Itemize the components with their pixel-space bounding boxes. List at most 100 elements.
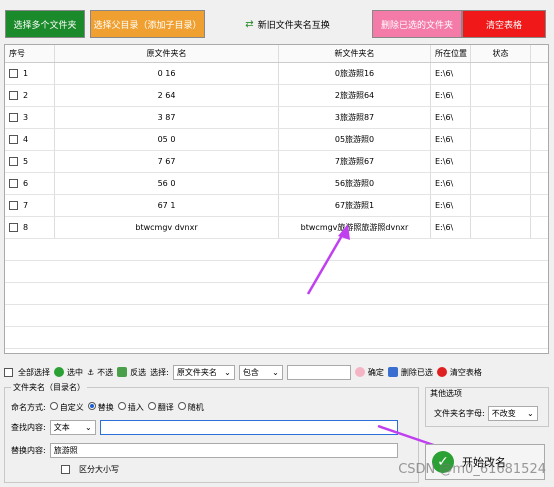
folder-table: 序号 原文件夹名 新文件夹名 所在位置 状态 1 0 16 0旅游照16 E:\… — [4, 44, 549, 354]
row-orig: 05 0 — [55, 129, 279, 150]
watermark: CSDN @m0_61681524 — [398, 462, 546, 477]
row-location: E:\6\ — [431, 151, 471, 172]
row-checkbox[interactable] — [9, 157, 18, 166]
row-location: E:\6\ — [431, 195, 471, 216]
row-num: 4 — [23, 135, 29, 144]
replace-input[interactable]: 旅游照 — [49, 443, 398, 458]
row-checkbox[interactable] — [9, 223, 18, 232]
replace-label: 替换内容: — [11, 446, 46, 455]
letter-case-row: 文件夹名字母: 不改变 ⌄ — [434, 406, 538, 421]
row-checkbox[interactable] — [9, 69, 18, 78]
row-status — [471, 195, 531, 216]
clear-table-small-button[interactable]: 清空表格 — [436, 367, 482, 378]
confirm-label: 确定 — [367, 367, 384, 377]
row-status — [471, 173, 531, 194]
select-multiple-folders-button[interactable]: 选择多个文件夹 — [5, 10, 85, 38]
case-sensitive-checkbox[interactable]: 区分大小写 — [61, 464, 119, 475]
select-label: 选中 — [67, 367, 83, 377]
row-orig: 56 0 — [55, 173, 279, 194]
row-num: 6 — [23, 179, 29, 188]
match-dropdown[interactable]: 包含 ⌄ — [238, 364, 283, 380]
table-row[interactable]: 1 0 16 0旅游照16 E:\6\ — [5, 63, 548, 85]
row-checkbox[interactable] — [9, 201, 18, 210]
row-num: 2 — [23, 91, 29, 100]
header-orig[interactable]: 原文件夹名 — [55, 45, 279, 62]
select-all-label: 全部选择 — [18, 367, 50, 377]
row-status — [471, 107, 531, 128]
naming-option-random[interactable]: 随机 — [177, 402, 204, 413]
row-location: E:\6\ — [431, 85, 471, 106]
other-options-title: 其他选项 — [430, 389, 462, 398]
naming-option-replace[interactable]: 替换 — [87, 402, 114, 413]
row-orig: 67 1 — [55, 195, 279, 216]
delete-selected-button[interactable]: 删除已选 — [387, 367, 433, 378]
header-location[interactable]: 所在位置 — [431, 45, 471, 62]
delete-icon — [387, 367, 398, 377]
match-input[interactable] — [286, 364, 351, 380]
invert-button[interactable]: 反选 — [117, 367, 146, 378]
row-location: E:\6\ — [431, 129, 471, 150]
naming-option-insert[interactable]: 插入 — [117, 402, 144, 413]
invert-icon — [117, 367, 128, 377]
naming-option-custom[interactable]: 自定义 — [49, 402, 84, 413]
table-row[interactable]: 4 05 0 05旅游照0 E:\6\ — [5, 129, 548, 151]
chevron-down-icon: ⌄ — [272, 367, 279, 377]
row-new: 56旅游照0 — [279, 173, 431, 194]
header-status[interactable]: 状态 — [471, 45, 531, 62]
row-new: 0旅游照16 — [279, 63, 431, 84]
empty-row — [5, 327, 548, 349]
delete-selected-folders-button[interactable]: 删除已选的文件夹 — [372, 10, 462, 38]
find-type-dropdown[interactable]: 文本 ⌄ — [49, 420, 96, 435]
row-orig: 3 87 — [55, 107, 279, 128]
table-row[interactable]: 3 3 87 3旅游照87 E:\6\ — [5, 107, 548, 129]
row-num: 8 — [23, 223, 29, 232]
letter-case-dropdown[interactable]: 不改变 ⌄ — [487, 406, 538, 421]
other-options-panel: 其他选项 文件夹名字母: 不改变 ⌄ — [425, 387, 549, 427]
row-location: E:\6\ — [431, 107, 471, 128]
header-num[interactable]: 序号 — [5, 45, 55, 62]
empty-row — [5, 305, 548, 327]
unselect-button[interactable]: ⚓ 不选 — [87, 367, 113, 378]
selection-bar: 全部选择 选中 ⚓ 不选 反选 选择: 原文件夹名 ⌄ 包含 ⌄ 确定 删除已选 清空… — [4, 362, 549, 382]
naming-option-translate[interactable]: 翻译 — [147, 402, 174, 413]
table-row[interactable]: 2 2 64 2旅游照64 E:\6\ — [5, 85, 548, 107]
select-button[interactable]: 选中 — [54, 367, 83, 378]
row-location: E:\6\ — [431, 173, 471, 194]
top-toolbar: 选择多个文件夹 选择父目录（添加子目录） ⇄ 新旧文件夹名互换 删除已选的文件夹… — [0, 0, 554, 42]
replace-row: 替换内容: 旅游照 — [11, 443, 398, 458]
row-location: E:\6\ — [431, 63, 471, 84]
row-checkbox[interactable] — [9, 91, 18, 100]
row-status — [471, 129, 531, 150]
row-num: 5 — [23, 157, 29, 166]
row-status — [471, 151, 531, 172]
check-icon — [54, 367, 64, 377]
anchor-icon: ⚓ — [87, 367, 95, 377]
row-orig: btwcmgv dvnxr — [55, 217, 279, 238]
table-row[interactable]: 5 7 67 7旅游照67 E:\6\ — [5, 151, 548, 173]
row-new: btwcmgv旅游照旅游照dvnxr — [279, 217, 431, 238]
table-row[interactable]: 7 67 1 67旅游照1 E:\6\ — [5, 195, 548, 217]
header-new[interactable]: 新文件夹名 — [279, 45, 431, 62]
empty-row — [5, 261, 548, 283]
row-checkbox[interactable] — [9, 135, 18, 144]
choose-dropdown[interactable]: 原文件夹名 ⌄ — [172, 364, 235, 380]
find-input[interactable] — [99, 420, 398, 435]
row-checkbox[interactable] — [9, 113, 18, 122]
chevron-down-icon: ⌄ — [85, 423, 92, 432]
naming-label: 命名方式: — [11, 403, 46, 412]
choose-label: 选择: — [150, 367, 169, 377]
folder-name-panel: 文件夹名（目录名） 命名方式: 自定义 替换 插入 翻译 随机 查找内容: 文本… — [4, 382, 419, 483]
swap-names-button[interactable]: ⇄ 新旧文件夹名互换 — [240, 10, 335, 38]
chevron-down-icon: ⌄ — [224, 367, 231, 377]
table-row[interactable]: 8 btwcmgv dvnxr btwcmgv旅游照旅游照dvnxr E:\6\ — [5, 217, 548, 239]
row-num: 3 — [23, 113, 29, 122]
row-checkbox[interactable] — [9, 179, 18, 188]
clear-table-button[interactable]: 清空表格 — [462, 10, 546, 38]
row-status — [471, 85, 531, 106]
find-type-value: 文本 — [53, 423, 70, 432]
select-parent-dir-button[interactable]: 选择父目录（添加子目录） — [90, 10, 205, 38]
row-orig: 2 64 — [55, 85, 279, 106]
confirm-button[interactable]: 确定 — [354, 367, 384, 378]
select-all-checkbox[interactable]: 全部选择 — [4, 367, 50, 378]
table-row[interactable]: 6 56 0 56旅游照0 E:\6\ — [5, 173, 548, 195]
